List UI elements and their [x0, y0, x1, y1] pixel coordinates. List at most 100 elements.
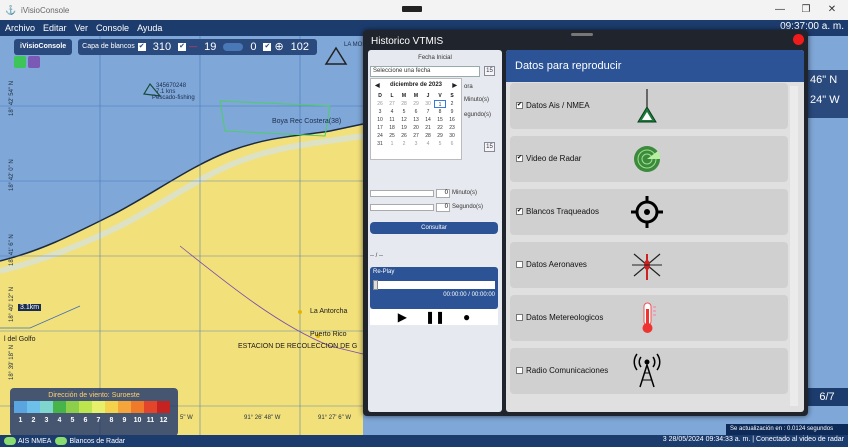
menu-ver[interactable]: Ver: [75, 23, 89, 33]
calendar-day[interactable]: 21: [422, 124, 434, 132]
calendar-day[interactable]: 6: [410, 108, 422, 116]
calendar-day[interactable]: 9: [446, 108, 458, 116]
calendar-day[interactable]: 7: [422, 108, 434, 116]
calendar-day[interactable]: 29: [434, 132, 446, 140]
menu-editar[interactable]: Editar: [43, 23, 67, 33]
segundo-row: 0 Segundo(s): [370, 202, 496, 212]
calendar-day[interactable]: 19: [398, 124, 410, 132]
close-window-button[interactable]: ✕: [822, 2, 842, 18]
layer-toggle[interactable]: [223, 42, 244, 51]
source-item-tracked[interactable]: ✔ Blancos Traqueados: [510, 189, 788, 235]
source-item-radar[interactable]: ✔ Video de Radar: [510, 136, 788, 182]
source-item-ais[interactable]: ✔ Datos Ais / NMEA: [510, 83, 788, 129]
lat-tick-4: 18° 40' 12" N: [9, 286, 15, 322]
tracked-source-checkbox[interactable]: ✔: [516, 208, 523, 215]
replay-slider[interactable]: [373, 280, 495, 290]
calendar-day[interactable]: 30: [446, 132, 458, 140]
stop-button[interactable]: ●: [463, 310, 470, 324]
calendar-day[interactable]: 1: [386, 140, 398, 148]
minuto-slider[interactable]: [370, 189, 434, 197]
menu-console[interactable]: Console: [96, 23, 129, 33]
data-sources-panel: Datos para reproducir ✔ Datos Ais / NMEA…: [506, 50, 804, 412]
replay-label: Re-Play: [373, 269, 395, 275]
calendar-day[interactable]: 25: [386, 132, 398, 140]
play-button[interactable]: ▶: [398, 310, 407, 324]
calendar-day[interactable]: 20: [410, 124, 422, 132]
calendar-button-2[interactable]: 15: [484, 142, 495, 152]
calendar-day[interactable]: 28: [422, 132, 434, 140]
segundo-value[interactable]: 0: [436, 202, 450, 212]
calendar-day[interactable]: 26: [374, 100, 386, 108]
ais-checkbox[interactable]: ✔: [137, 42, 146, 51]
calendar-day[interactable]: 18: [386, 124, 398, 132]
query-panel: Fecha Inicial Seleccione una fecha 15 ◀ …: [368, 50, 502, 412]
calendar-day[interactable]: 28: [398, 100, 410, 108]
radar-source-checkbox[interactable]: ✔: [516, 155, 523, 162]
radar-toggle[interactable]: [55, 437, 68, 445]
calendar-day[interactable]: 8: [434, 108, 446, 116]
calendar-day[interactable]: 17: [374, 124, 386, 132]
calendar-day[interactable]: 22: [434, 124, 446, 132]
calendar-day[interactable]: 16: [446, 116, 458, 124]
calendar-day[interactable]: 11: [386, 116, 398, 124]
data-sources-scrollbar[interactable]: [790, 86, 798, 406]
consultar-button[interactable]: Consultar: [370, 222, 498, 234]
crosshair-target-icon: [631, 196, 663, 228]
zoom-out-button[interactable]: [28, 56, 40, 68]
calendar-day[interactable]: 1: [434, 100, 446, 108]
ais-source-checkbox[interactable]: ✔: [516, 102, 523, 109]
radio-source-checkbox[interactable]: [516, 367, 523, 374]
zoom-in-button[interactable]: [14, 56, 26, 68]
calendar-day[interactable]: 30: [422, 100, 434, 108]
calendar-day[interactable]: 23: [446, 124, 458, 132]
pause-button[interactable]: ❚❚: [425, 310, 445, 324]
wind-scale-number: 9: [122, 417, 127, 424]
menu-archivo[interactable]: Archivo: [5, 23, 35, 33]
calendar-day[interactable]: 27: [410, 132, 422, 140]
wind-color-swatch: [14, 401, 27, 413]
page-value: 6/7: [819, 391, 835, 403]
calendar-day[interactable]: 3: [410, 140, 422, 148]
maximize-button[interactable]: ❐: [796, 2, 816, 18]
calendar-day[interactable]: 4: [386, 108, 398, 116]
date-input[interactable]: Seleccione una fecha: [370, 66, 480, 77]
calendar-day[interactable]: 14: [422, 116, 434, 124]
calendar-day[interactable]: 2: [398, 140, 410, 148]
source-item-aircraft[interactable]: Datos Aeronaves: [510, 242, 788, 288]
minuto-value[interactable]: 0: [436, 188, 450, 198]
calendar-day[interactable]: 5: [398, 108, 410, 116]
calendar-day[interactable]: 6: [446, 140, 458, 148]
calendar-day[interactable]: 3: [374, 108, 386, 116]
calendar-day[interactable]: 27: [386, 100, 398, 108]
source-item-weather[interactable]: Datos Metereologicos: [510, 295, 788, 341]
radar-checkbox[interactable]: ✔: [178, 42, 187, 51]
weather-source-checkbox[interactable]: [516, 314, 523, 321]
calendar-day[interactable]: 13: [410, 116, 422, 124]
source-item-radio[interactable]: Radio Comunicaciones: [510, 348, 788, 394]
calendar-day[interactable]: 10: [374, 116, 386, 124]
next-month-icon[interactable]: ▶: [452, 82, 457, 89]
tracked-checkbox[interactable]: ✔: [263, 42, 272, 51]
calendar-day[interactable]: 12: [398, 116, 410, 124]
calendar-button[interactable]: 15: [484, 66, 495, 76]
dialog-close-button[interactable]: [793, 34, 804, 45]
minuto-label: Minuto(s): [452, 190, 478, 196]
segundo-slider[interactable]: [370, 203, 434, 211]
calendar-day[interactable]: 29: [410, 100, 422, 108]
calendar-day[interactable]: 5: [434, 140, 446, 148]
calendar-day[interactable]: 2: [446, 100, 458, 108]
page-indicator: 6/7: [806, 388, 848, 406]
minimize-button[interactable]: —: [770, 2, 790, 18]
calendar-day[interactable]: 24: [374, 132, 386, 140]
ais-toggle[interactable]: [4, 437, 16, 445]
menu-ayuda[interactable]: Ayuda: [137, 23, 162, 33]
replay-thumb[interactable]: [373, 280, 378, 290]
calendar-day[interactable]: 26: [398, 132, 410, 140]
prev-month-icon[interactable]: ◀: [375, 82, 380, 89]
calendar-day[interactable]: 4: [422, 140, 434, 148]
dialog-drag-handle[interactable]: [571, 33, 593, 36]
aircraft-source-checkbox[interactable]: [516, 261, 523, 268]
calendar-day[interactable]: 31: [374, 140, 386, 148]
calendar-day[interactable]: 15: [434, 116, 446, 124]
replay-panel: Re-Play 00:00:00 / 00:00:00: [370, 267, 498, 309]
